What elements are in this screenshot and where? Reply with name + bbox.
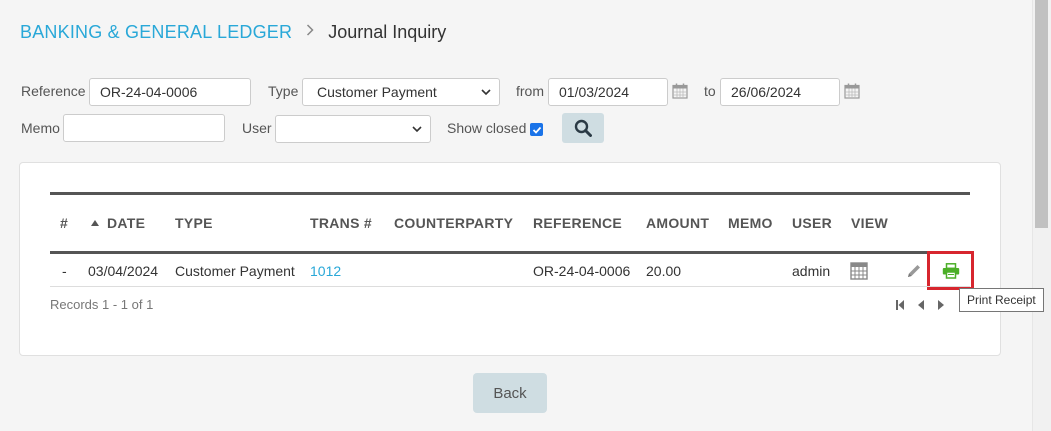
- row-reference: OR-24-04-0006: [533, 263, 631, 279]
- row-user: admin: [792, 263, 831, 279]
- type-label: Type: [268, 83, 299, 99]
- column-header-user[interactable]: USER: [792, 215, 832, 231]
- type-select[interactable]: Customer Payment: [302, 78, 500, 106]
- breadcrumb: BANKING & GENERAL LEDGER Journal Inquiry: [20, 20, 446, 44]
- memo-input[interactable]: [63, 114, 225, 142]
- user-label: User: [242, 120, 272, 136]
- print-receipt-tooltip: Print Receipt: [959, 288, 1044, 312]
- type-select-value: Customer Payment: [317, 84, 437, 100]
- to-date-input[interactable]: [720, 78, 840, 106]
- reference-input[interactable]: [89, 78, 251, 106]
- column-header-memo[interactable]: MEMO: [728, 215, 773, 231]
- next-page-icon[interactable]: [936, 299, 946, 311]
- show-closed-checkbox[interactable]: [530, 123, 543, 136]
- records-count: Records 1 - 1 of 1: [50, 297, 154, 312]
- table-top-border: [50, 192, 970, 195]
- checkmark-icon: [532, 126, 541, 134]
- breadcrumb-banking-general-ledger[interactable]: BANKING & GENERAL LEDGER: [20, 22, 292, 43]
- page-scrollbar-thumb[interactable]: [1035, 0, 1048, 228]
- column-header-num: #: [60, 215, 69, 231]
- column-header-type[interactable]: TYPE: [175, 215, 213, 231]
- search-button[interactable]: [562, 113, 604, 143]
- row-type: Customer Payment: [175, 263, 295, 279]
- back-button[interactable]: Back: [473, 373, 547, 413]
- calculator-icon[interactable]: [850, 262, 868, 280]
- column-header-counterparty[interactable]: COUNTERPARTY: [394, 215, 513, 231]
- column-header-amount[interactable]: AMOUNT: [646, 215, 709, 231]
- show-closed-label: Show closed: [447, 120, 527, 136]
- column-header-reference[interactable]: REFERENCE: [533, 215, 622, 231]
- pencil-icon[interactable]: [906, 263, 922, 279]
- row-amount: 20.00: [646, 263, 682, 279]
- user-select[interactable]: [275, 115, 431, 143]
- chevron-down-icon: [481, 89, 491, 96]
- memo-label: Memo: [21, 120, 60, 136]
- print-receipt-button[interactable]: [927, 251, 974, 290]
- table-row-border: [50, 286, 970, 287]
- calendar-icon[interactable]: [844, 83, 860, 99]
- sort-ascending-icon[interactable]: [91, 220, 99, 226]
- column-header-date[interactable]: DATE: [107, 215, 145, 231]
- from-date-input[interactable]: [548, 78, 668, 106]
- column-header-trans[interactable]: TRANS #: [310, 215, 372, 231]
- row-date: 03/04/2024: [88, 263, 159, 279]
- previous-page-icon[interactable]: [916, 299, 926, 311]
- calendar-icon[interactable]: [672, 83, 688, 99]
- column-header-view: VIEW: [851, 215, 888, 231]
- reference-label: Reference: [21, 83, 86, 99]
- to-label: to: [704, 83, 716, 99]
- chevron-down-icon: [412, 126, 422, 133]
- row-num: -: [62, 263, 67, 279]
- row-trans-link[interactable]: 1012: [310, 263, 341, 279]
- from-label: from: [516, 83, 544, 99]
- chevron-right-icon: [307, 24, 314, 36]
- page-title: Journal Inquiry: [328, 21, 447, 42]
- printer-icon: [942, 262, 959, 279]
- search-icon: [574, 119, 592, 137]
- breadcrumb-separator: [306, 23, 314, 41]
- table-header-border: [50, 251, 970, 254]
- first-page-icon[interactable]: [895, 299, 905, 311]
